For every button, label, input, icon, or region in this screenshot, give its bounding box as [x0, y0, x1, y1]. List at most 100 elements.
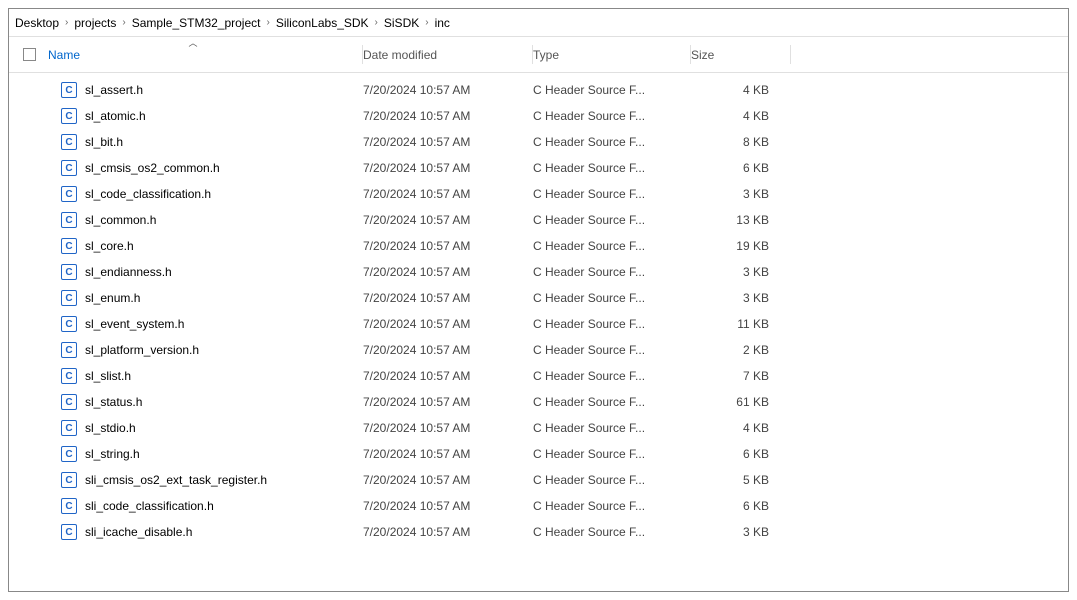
chevron-right-icon: › [65, 17, 68, 28]
file-type-cell: C Header Source F... [533, 213, 691, 227]
file-name-cell: Csli_code_classification.h [23, 498, 363, 514]
file-size-cell: 5 KB [691, 473, 791, 487]
file-row[interactable]: Csli_code_classification.h7/20/2024 10:5… [9, 493, 1068, 519]
column-header-date[interactable]: Date modified [363, 37, 533, 72]
file-list[interactable]: Csl_assert.h7/20/2024 10:57 AMC Header S… [9, 73, 1068, 591]
file-name-cell: Csl_bit.h [23, 134, 363, 150]
sort-indicator-icon: ︿ [188, 36, 197, 49]
column-header-type[interactable]: Type [533, 37, 691, 72]
file-row[interactable]: Csl_platform_version.h 7/20/2024 10:57 AM… [9, 337, 1068, 363]
file-name-cell: Csl_event_system.h [23, 316, 363, 332]
c-header-file-icon: C [61, 316, 77, 332]
file-row[interactable]: Csl_code_classification.h7/20/2024 10:57… [9, 181, 1068, 207]
chevron-right-icon: › [425, 17, 428, 28]
c-header-file-icon: C [61, 446, 77, 462]
file-size-cell: 13 KB [691, 213, 791, 227]
file-type-cell: C Header Source F... [533, 109, 691, 123]
file-date-cell: 7/20/2024 10:57 AM [363, 83, 533, 97]
file-row[interactable]: Csli_icache_disable.h7/20/2024 10:57 AMC… [9, 519, 1068, 545]
file-name-cell: Csl_assert.h [23, 82, 363, 98]
file-date-cell: 7/20/2024 10:57 AM [363, 239, 533, 253]
file-row[interactable]: Csl_stdio.h7/20/2024 10:57 AMC Header So… [9, 415, 1068, 441]
file-type-cell: C Header Source F... [533, 291, 691, 305]
file-name: sl_event_system.h [85, 317, 184, 331]
column-name-label: Name [48, 48, 80, 62]
column-header-name[interactable]: Name ︿ [23, 37, 363, 72]
file-size-cell: 61 KB [691, 395, 791, 409]
file-type-cell: C Header Source F... [533, 343, 691, 357]
breadcrumb-item[interactable]: inc [435, 16, 450, 30]
file-type-cell: C Header Source F... [533, 395, 691, 409]
c-header-file-icon: C [61, 134, 77, 150]
c-header-file-icon: C [61, 394, 77, 410]
file-name-cell: Csl_enum.h [23, 290, 363, 306]
chevron-right-icon: › [375, 17, 378, 28]
file-row[interactable]: Csl_core.h7/20/2024 10:57 AMC Header Sou… [9, 233, 1068, 259]
file-date-cell: 7/20/2024 10:57 AM [363, 473, 533, 487]
file-name: sl_assert.h [85, 83, 143, 97]
breadcrumb-item[interactable]: SiliconLabs_SDK [276, 16, 369, 30]
file-size-cell: 8 KB [691, 135, 791, 149]
select-all-checkbox[interactable] [23, 48, 36, 61]
file-name-cell: Csl_core.h [23, 238, 363, 254]
file-type-cell: C Header Source F... [533, 499, 691, 513]
file-row[interactable]: Csl_event_system.h7/20/2024 10:57 AMC He… [9, 311, 1068, 337]
file-name-cell: Csl_slist.h [23, 368, 363, 384]
file-row[interactable]: Csl_common.h7/20/2024 10:57 AMC Header S… [9, 207, 1068, 233]
file-name-cell: Csl_atomic.h [23, 108, 363, 124]
file-row[interactable]: Csl_assert.h7/20/2024 10:57 AMC Header S… [9, 77, 1068, 103]
c-header-file-icon: C [61, 524, 77, 540]
file-type-cell: C Header Source F... [533, 525, 691, 539]
c-header-file-icon: C [61, 82, 77, 98]
file-row[interactable]: Csl_bit.h7/20/2024 10:57 AMC Header Sour… [9, 129, 1068, 155]
breadcrumb-item[interactable]: Desktop [15, 16, 59, 30]
file-type-cell: C Header Source F... [533, 161, 691, 175]
column-divider[interactable] [790, 45, 791, 64]
file-size-cell: 7 KB [691, 369, 791, 383]
file-type-cell: C Header Source F... [533, 473, 691, 487]
file-type-cell: C Header Source F... [533, 83, 691, 97]
file-row[interactable]: Csl_enum.h7/20/2024 10:57 AMC Header Sou… [9, 285, 1068, 311]
file-name: sl_core.h [85, 239, 134, 253]
file-row[interactable]: Csl_string.h7/20/2024 10:57 AMC Header S… [9, 441, 1068, 467]
file-date-cell: 7/20/2024 10:57 AM [363, 343, 533, 357]
file-date-cell: 7/20/2024 10:57 AM [363, 135, 533, 149]
file-size-cell: 4 KB [691, 83, 791, 97]
file-date-cell: 7/20/2024 10:57 AM [363, 447, 533, 461]
file-date-cell: 7/20/2024 10:57 AM [363, 421, 533, 435]
file-row[interactable]: Csl_endianness.h7/20/2024 10:57 AMC Head… [9, 259, 1068, 285]
breadcrumb-item[interactable]: SiSDK [384, 16, 419, 30]
file-size-cell: 2 KB [691, 343, 791, 357]
file-row[interactable]: Csl_slist.h7/20/2024 10:57 AMC Header So… [9, 363, 1068, 389]
file-type-cell: C Header Source F... [533, 265, 691, 279]
file-name: sli_code_classification.h [85, 499, 214, 513]
file-row[interactable]: Csl_cmsis_os2_common.h7/20/2024 10:57 AM… [9, 155, 1068, 181]
file-size-cell: 3 KB [691, 265, 791, 279]
c-header-file-icon: C [61, 342, 77, 358]
file-name: sl_code_classification.h [85, 187, 211, 201]
file-explorer-window: Desktop › projects › Sample_STM32_project › Si… [8, 8, 1069, 592]
c-header-file-icon: C [61, 290, 77, 306]
c-header-file-icon: C [61, 420, 77, 436]
file-size-cell: 6 KB [691, 161, 791, 175]
file-name: sl_platform_version.h [85, 343, 199, 357]
file-name-cell: Csl_endianness.h [23, 264, 363, 280]
file-name: sl_bit.h [85, 135, 123, 149]
breadcrumb-item[interactable]: projects [74, 16, 116, 30]
breadcrumb-item[interactable]: Sample_STM32_project [132, 16, 261, 30]
file-size-cell: 3 KB [691, 525, 791, 539]
c-header-file-icon: C [61, 498, 77, 514]
file-row[interactable]: Csl_atomic.h7/20/2024 10:57 AMC Header S… [9, 103, 1068, 129]
c-header-file-icon: C [61, 108, 77, 124]
file-name-cell: Csl_stdio.h [23, 420, 363, 436]
file-row[interactable]: Csl_status.h7/20/2024 10:57 AMC Header S… [9, 389, 1068, 415]
file-row[interactable]: Csli_cmsis_os2_ext_task_register.h7/20/2… [9, 467, 1068, 493]
breadcrumb[interactable]: Desktop › projects › Sample_STM32_project › Si… [9, 9, 1068, 37]
file-date-cell: 7/20/2024 10:57 AM [363, 109, 533, 123]
column-date-label: Date modified [363, 48, 437, 62]
file-size-cell: 6 KB [691, 499, 791, 513]
file-type-cell: C Header Source F... [533, 239, 691, 253]
file-name: sl_slist.h [85, 369, 131, 383]
column-header-size[interactable]: Size [691, 37, 791, 72]
file-name: sl_cmsis_os2_common.h [85, 161, 220, 175]
